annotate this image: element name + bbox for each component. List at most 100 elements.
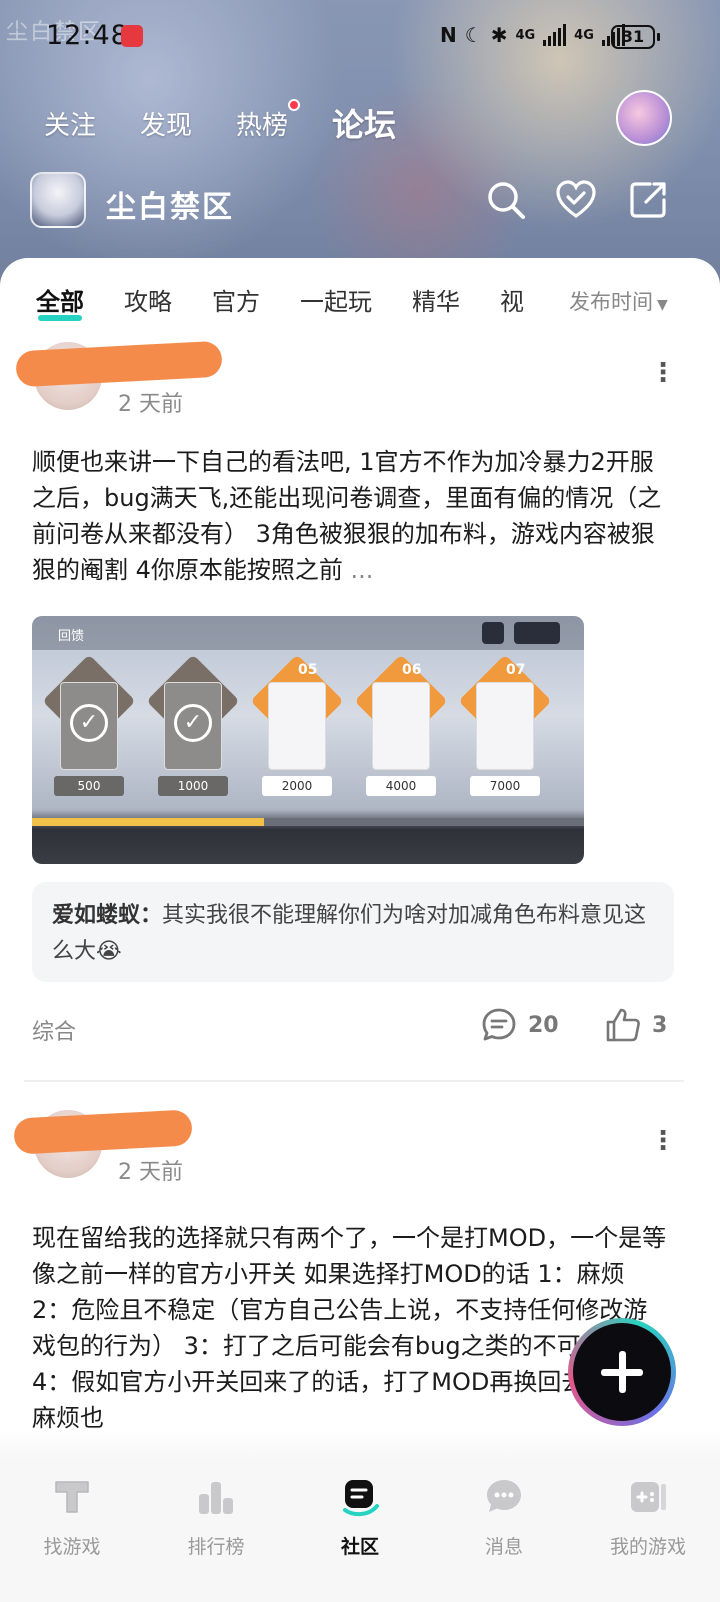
thumbs-up-icon [606,1008,640,1042]
tab-forum[interactable]: 论坛 [332,100,397,148]
nfc-icon: N [440,23,457,47]
reward-item: ✓ 500 [42,654,136,796]
top-tabs: 关注 发现 热榜 论坛 [44,98,440,148]
post-time: 2 天前 [118,392,183,417]
reward-item: 07 7000 [458,654,552,796]
reward-item: 05 2000 [250,654,344,796]
forum-header: 尘白禁区 [30,172,690,230]
nav-label: 我的游戏 [609,1536,686,1558]
reward-cost: 7000 [470,776,540,796]
like-button[interactable]: 3 [604,1006,667,1044]
more-options-icon[interactable]: ⋮ [650,1126,676,1156]
network-type-2: 4G [574,27,594,43]
progress-track [32,818,584,826]
nav-messages[interactable]: 消息 [432,1458,576,1602]
content-sheet: 全部 攻略 官方 一起玩 精华 视 发布时间 ▼ 2 天前 ⋮ 顺便也来讲一下自己的看法吧,… [0,258,720,1458]
create-post-button[interactable] [568,1318,676,1426]
reward-number: 07 [506,662,526,678]
tab-guides[interactable]: 攻略 [124,282,172,317]
post-divider [24,1080,684,1082]
nav-label: 找游戏 [43,1536,101,1558]
my-games-icon [627,1476,669,1518]
comment-author[interactable]: 爱如蝼蚁： [52,903,162,928]
post-time: 2 天前 [118,1160,183,1185]
reward-item: ✓ 1000 [146,654,240,796]
signal-icon [543,24,567,46]
status-bar: 12:48 N ☾ ✱ 4G 4G 31 [0,18,720,58]
forum-name[interactable]: 尘白禁区 [106,182,234,226]
tab-hot[interactable]: 热榜 [236,98,301,142]
category-tabs: 全部 攻略 官方 一起玩 精华 视 [36,282,556,322]
battery-icon: 31 [611,25,660,49]
top-comment[interactable]: 爱如蝼蚁：其实我很不能理解你们为啥对加减角色布料意见这么大😭 [32,882,674,982]
find-game-icon [51,1476,93,1518]
redaction-scribble [13,1109,193,1155]
nav-my-games[interactable]: 我的游戏 [576,1458,720,1602]
reward-cost: 4000 [366,776,436,796]
bottom-fade [0,1430,720,1460]
share-icon[interactable] [626,178,670,222]
post-body-text: 顺便也来讲一下自己的看法吧, 1官方不作为加冷暴力2开服之后，bug满天飞,还能… [32,448,662,584]
message-icon [483,1476,525,1518]
post-tag[interactable]: 综合 [32,1014,76,1046]
forum-icon[interactable] [30,172,86,228]
nav-label: 排行榜 [187,1536,245,1558]
tab-follow[interactable]: 关注 [44,105,96,142]
status-icons: N ☾ ✱ 4G 4G [440,23,625,47]
sort-label: 发布时间 [569,290,653,314]
sort-dropdown[interactable]: 发布时间 ▼ [569,286,668,316]
community-icon [339,1476,381,1518]
image-home-icon [482,622,504,644]
reward-card [372,682,430,770]
like-count: 3 [652,1012,668,1038]
caret-down-icon: ▼ [657,297,668,313]
status-time: 12:48 [46,20,129,51]
comment-count: 20 [528,1012,559,1038]
reward-card [268,682,326,770]
reward-cost: 1000 [158,776,228,796]
redaction-scribble [15,340,223,388]
search-icon[interactable] [484,178,528,222]
progress-fill [32,818,264,826]
image-title: 回馈 [58,629,85,644]
post-body[interactable]: 现在留给我的选择就只有两个了，一个是打MOD，一个是等像之前一样的官方小开关 如… [32,1220,668,1436]
reward-item: 06 4000 [354,654,448,796]
dnd-icon: ☾ [464,23,483,47]
plus-icon-bar [619,1351,626,1393]
image-back-icon [514,622,560,644]
reward-number: 06 [402,662,422,678]
tab-hot-label: 热榜 [236,110,289,141]
tab-official[interactable]: 官方 [212,282,260,317]
more-options-icon[interactable]: ⋮ [650,358,676,388]
nav-find-games[interactable]: 找游戏 [0,1458,144,1602]
tab-play-together[interactable]: 一起玩 [300,282,372,317]
comment-icon [482,1008,516,1041]
check-icon: ✓ [174,704,212,742]
post-image[interactable]: 回馈 ✓ 500 ✓ 1000 05 2000 06 4000 07 7000 [32,616,584,864]
network-type-1: 4G [515,27,536,43]
bluetooth-icon: ✱ [490,23,508,47]
ranking-icon [195,1476,237,1518]
tab-video[interactable]: 视 [500,282,524,317]
comment-button[interactable]: 20 [480,1006,559,1044]
bottom-nav: 找游戏 排行榜 社区 消息 我的游戏 [0,1458,720,1602]
app-notification-icon [121,25,143,47]
user-avatar[interactable] [616,90,672,146]
tab-discover[interactable]: 发现 [140,105,192,142]
favorite-icon[interactable] [554,178,598,222]
tab-featured[interactable]: 精华 [412,282,460,317]
reward-card [476,682,534,770]
nav-label: 消息 [484,1536,523,1558]
reward-cost: 2000 [262,776,332,796]
reward-number: 05 [298,662,318,678]
check-icon: ✓ [70,704,108,742]
nav-community[interactable]: 社区 [288,1458,432,1602]
forum-banner: 尘白禁区 12:48 N ☾ ✱ 4G 4G 31 关注 发现 热榜 论坛 尘白… [0,0,720,290]
tab-all[interactable]: 全部 [36,282,84,321]
post-body[interactable]: 顺便也来讲一下自己的看法吧, 1官方不作为加冷暴力2开服之后，bug满天飞,还能… [32,444,668,588]
nav-label: 社区 [340,1536,379,1558]
notification-dot [288,98,301,111]
nav-rankings[interactable]: 排行榜 [144,1458,288,1602]
reward-cost: 500 [54,776,124,796]
plus-icon [573,1323,671,1421]
